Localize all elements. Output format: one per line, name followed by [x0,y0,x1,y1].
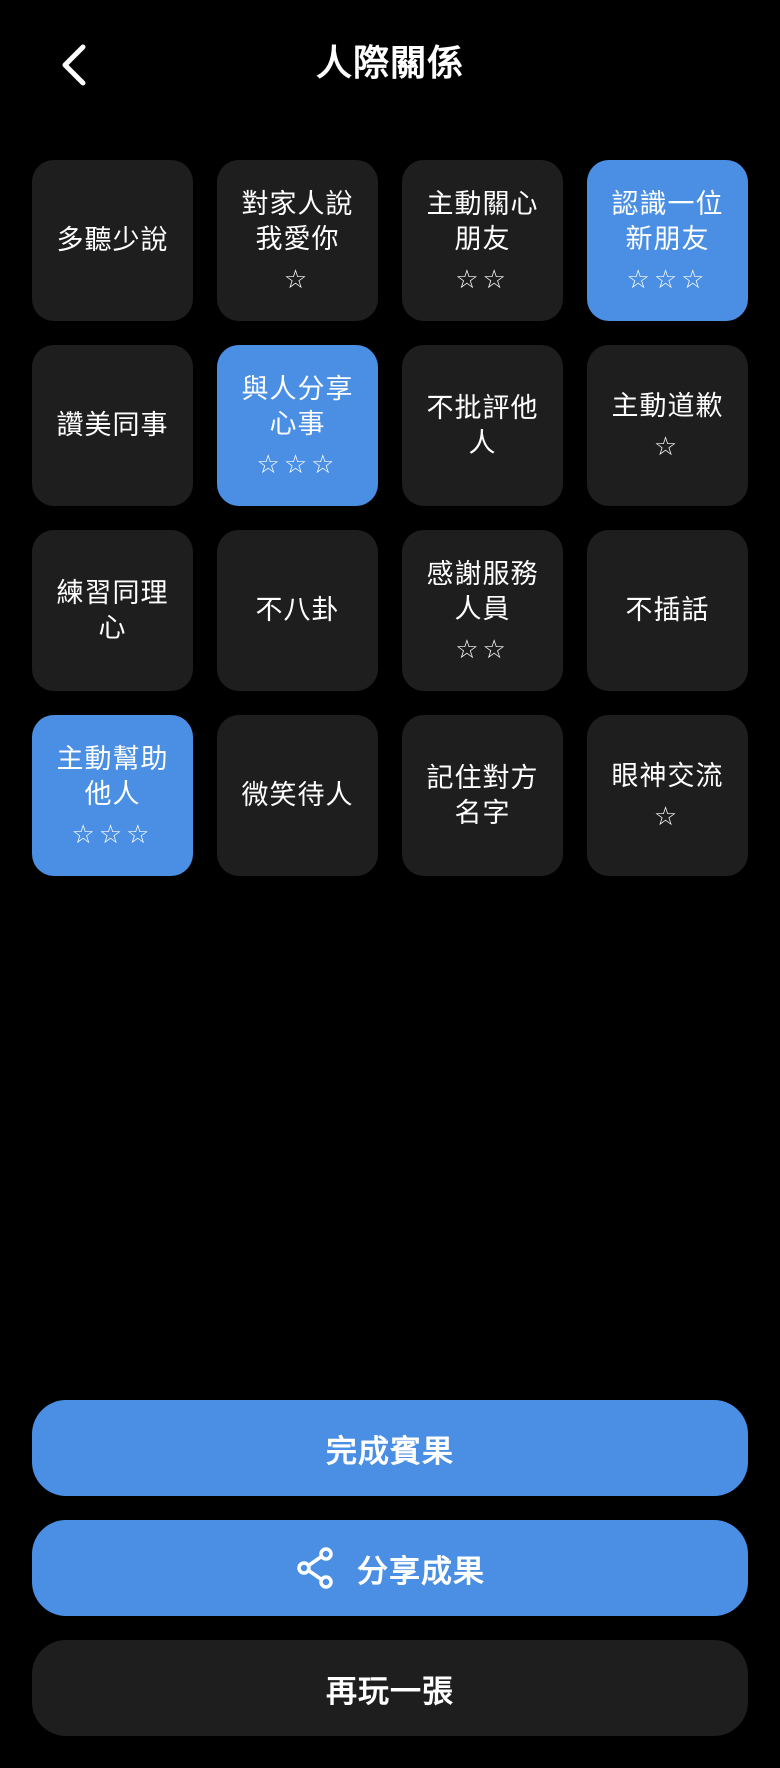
bingo-cell[interactable]: 主動道歉 ☆ [587,345,748,506]
star-rating-icon: ☆☆ [455,264,510,295]
bingo-cell-label: 眼神交流 [611,761,724,792]
star-rating-icon: ☆ [653,432,682,462]
bingo-grid: 多聽少說 對家人說 我愛你 ☆ 主動關心 朋友 ☆☆ 認識一位 新朋友 ☆☆☆ 讚美同事 與人分… [32,160,748,876]
complete-bingo-button[interactable]: 完成賓果 [32,1400,748,1496]
star-rating-icon: ☆☆ [455,634,510,665]
share-results-label: 分享成果 [357,1553,485,1590]
bingo-cell[interactable]: 記住對方 名字 [402,715,563,876]
bingo-cell-label: 不批評他 人 [426,392,539,459]
bingo-cell-label: 主動關心 朋友 [426,188,539,255]
bingo-cell[interactable]: 主動幫助 他人 ☆☆☆ [32,715,193,876]
bingo-cell-label: 練習同理 心 [56,577,169,644]
bingo-cell[interactable]: 讚美同事 [32,345,193,506]
bingo-cell-label: 主動道歉 [611,391,724,422]
bingo-cell[interactable]: 主動關心 朋友 ☆☆ [402,160,563,321]
star-rating-icon: ☆☆☆ [256,449,339,480]
bingo-cell-label: 感謝服務 人員 [426,558,539,625]
bingo-cell[interactable]: 認識一位 新朋友 ☆☆☆ [587,160,748,321]
bingo-cell[interactable]: 不八卦 [217,530,378,691]
bingo-cell[interactable]: 練習同理 心 [32,530,193,691]
bingo-cell[interactable]: 與人分享 心事 ☆☆☆ [217,345,378,506]
play-again-button[interactable]: 再玩一張 [32,1640,748,1736]
play-again-label: 再玩一張 [326,1673,454,1710]
bingo-cell-label: 微笑待人 [241,780,354,811]
bingo-cell-label: 不八卦 [255,595,340,626]
bingo-cell[interactable]: 多聽少說 [32,160,193,321]
bingo-cell-label: 不插話 [625,595,710,626]
bingo-cell-label: 對家人說 我愛你 [241,188,354,255]
bingo-cell-label: 認識一位 新朋友 [611,188,724,255]
bingo-cell-label: 讚美同事 [56,410,169,441]
share-icon [295,1546,335,1590]
bingo-cell-label: 主動幫助 他人 [56,743,169,810]
page-title: 人際關係 [315,43,464,84]
bingo-cell-label: 多聽少說 [56,225,169,256]
header: 人際關係 [0,0,780,130]
share-results-button[interactable]: 分享成果 [32,1520,748,1616]
star-rating-icon: ☆☆☆ [626,264,709,295]
bingo-cell[interactable]: 對家人說 我愛你 ☆ [217,160,378,321]
bingo-cell[interactable]: 感謝服務 人員 ☆☆ [402,530,563,691]
star-rating-icon: ☆ [653,802,682,832]
complete-bingo-label: 完成賓果 [326,1433,454,1470]
bingo-cell[interactable]: 微笑待人 [217,715,378,876]
bingo-cell-label: 記住對方 名字 [426,762,539,829]
bingo-cell[interactable]: 不插話 [587,530,748,691]
bingo-cell[interactable]: 不批評他 人 [402,345,563,506]
star-rating-icon: ☆ [283,264,312,295]
star-rating-icon: ☆☆☆ [71,819,154,850]
bingo-cell[interactable]: 眼神交流 ☆ [587,715,748,876]
bingo-cell-label: 與人分享 心事 [241,373,354,440]
